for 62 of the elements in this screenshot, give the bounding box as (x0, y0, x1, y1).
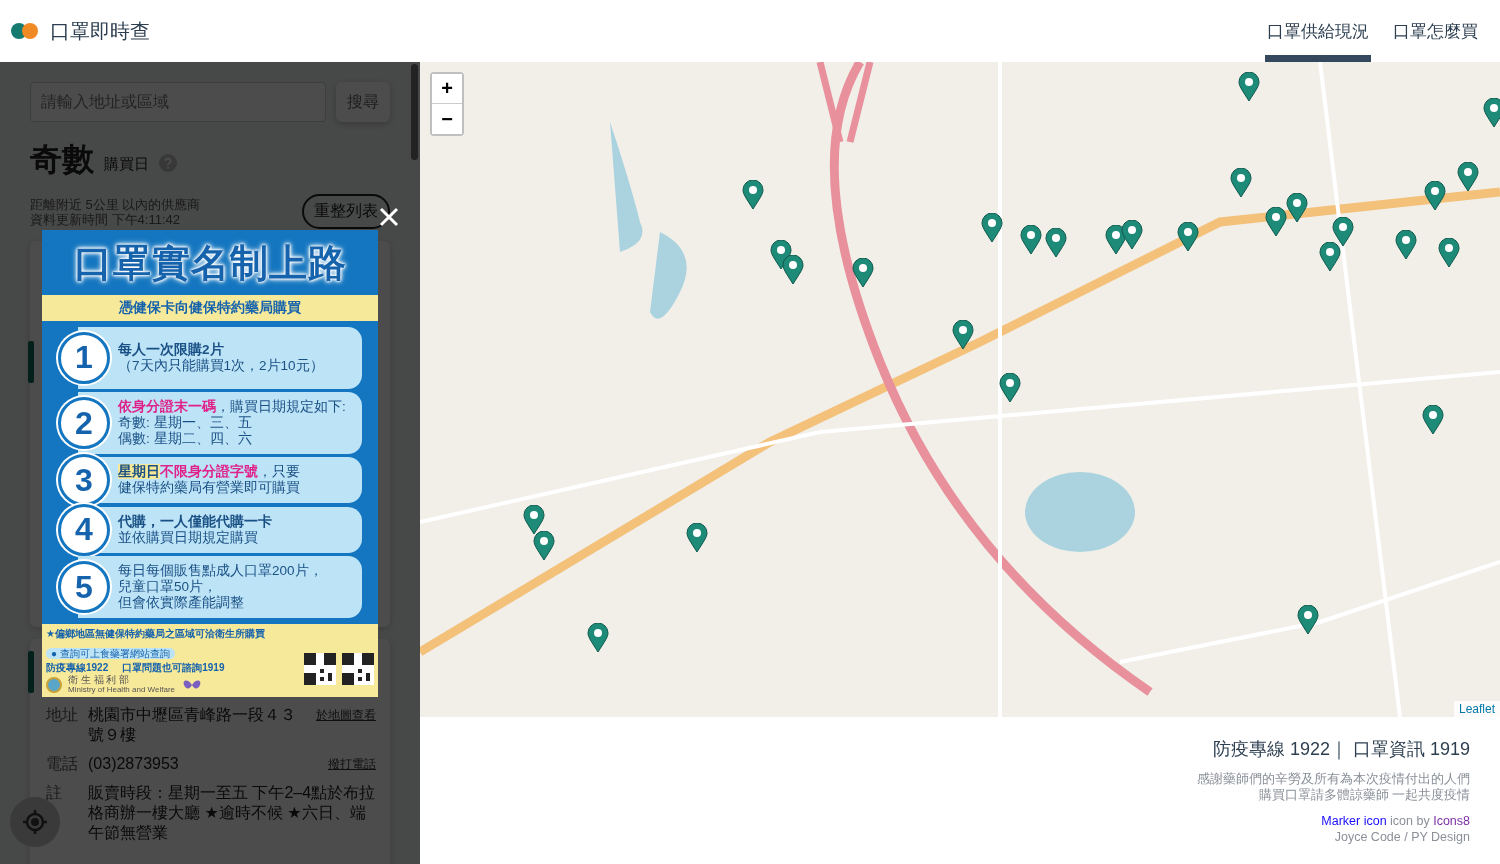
marker-icon[interactable] (1230, 168, 1252, 198)
rule-number: 4 (58, 503, 110, 556)
poster-subtitle: 憑健保卡向健保特約藥局購買 (42, 295, 378, 321)
rule-text: 依身分證末一碼，購買日期規定如下: 奇數: 星期一、三、五 偶數: 星期二、四、六 (117, 399, 346, 448)
emblem-icon (46, 676, 62, 693)
marker-icon[interactable] (1020, 225, 1042, 255)
marker-icon[interactable] (742, 180, 764, 210)
marker-icon[interactable] (1121, 220, 1143, 250)
zoom-in-button[interactable]: + (432, 74, 462, 104)
credit-text: Marker icon icon by Icons8 (1321, 813, 1470, 829)
marker-icon[interactable] (981, 213, 1003, 243)
marker-icon[interactable] (1286, 193, 1308, 223)
qr-code-icon (342, 652, 374, 685)
marker-icon[interactable] (587, 623, 609, 653)
poster-tag: ● 查詢可上食藥署網站查詢 (46, 648, 175, 659)
rule-number: 2 (58, 397, 110, 450)
marker-icon[interactable] (1438, 238, 1460, 268)
attribution-link[interactable]: Leaflet (1453, 701, 1500, 717)
field-value: (03)2873953 (88, 754, 180, 774)
poster-note: ★偏鄉地區無健保特約藥局之區域可洽衛生所購買 (46, 627, 266, 641)
marker-icon[interactable] (1395, 230, 1417, 260)
logo-icon (10, 22, 40, 40)
marker-icon[interactable] (1457, 162, 1479, 192)
marker-icon[interactable] (1177, 222, 1199, 252)
rule-text: 星期日不限身分證字號，只要 健保特約藥局有營業即可購買 (117, 464, 300, 497)
nav-tab[interactable]: 口罩怎麼買 (1391, 0, 1480, 62)
marker-icon[interactable] (523, 505, 545, 535)
marker-icon[interactable] (999, 373, 1021, 403)
marker-icon[interactable] (1332, 217, 1354, 247)
marker-icon-link[interactable]: Marker icon (1321, 814, 1387, 828)
marker-icon[interactable] (1319, 242, 1341, 272)
marker-icon[interactable] (1424, 181, 1446, 211)
day-label: 購買日 (104, 154, 149, 174)
marker-icon[interactable] (1045, 228, 1067, 258)
marker-icon[interactable] (686, 523, 708, 553)
hotline-text: 防疫專線 1922｜ 口罩資訊 1919 (1212, 738, 1470, 761)
marker-icon[interactable] (1265, 207, 1287, 237)
marker-icon[interactable] (952, 320, 974, 350)
thanks-text: 感謝藥師們的辛勞及所有為本次疫情付出的人們 購買口罩請多體諒藥師 一起共度疫情 (1197, 771, 1470, 803)
app-title: 口罩即時查 (50, 18, 150, 44)
rule-number: 1 (58, 331, 110, 384)
poster-title: 口罩實名制上路 (72, 241, 348, 286)
marker-icon[interactable] (1483, 98, 1500, 128)
poster-hotline: 防疫專線1922 口罩問題也可諮詢1919 (46, 661, 226, 674)
rule-text: 代購，一人僅能代購一卡 並依購買日期規定購買 (116, 513, 272, 546)
qr-code-icon (304, 652, 336, 685)
marker-icon[interactable] (533, 531, 555, 561)
rule-text: 每日每個販售點成人口罩200片， 兒童口罩50片， 但會依實際產能調整 (117, 563, 323, 612)
rule-number: 5 (58, 561, 110, 614)
ministry-name: 衛 生 福 利 部 (68, 675, 131, 685)
rule-text: 每人一次限購2片 （7天內只能購買1次，2片10元） (117, 341, 324, 374)
marker-icon[interactable] (782, 255, 804, 285)
authors-text: Joyce Code / PY Design (1334, 829, 1470, 845)
rule-number: 3 (58, 454, 110, 507)
parity-day: 奇數 (30, 138, 94, 182)
marker-icon[interactable] (852, 258, 874, 288)
icons8-link[interactable]: Icons8 (1433, 814, 1470, 828)
marker-icon[interactable] (1297, 605, 1319, 635)
marker-icon[interactable] (1238, 72, 1260, 102)
locate-icon (22, 809, 48, 835)
ministry-english: Ministry of Health and Welfare (68, 685, 175, 694)
marker-icon[interactable] (1422, 405, 1444, 435)
